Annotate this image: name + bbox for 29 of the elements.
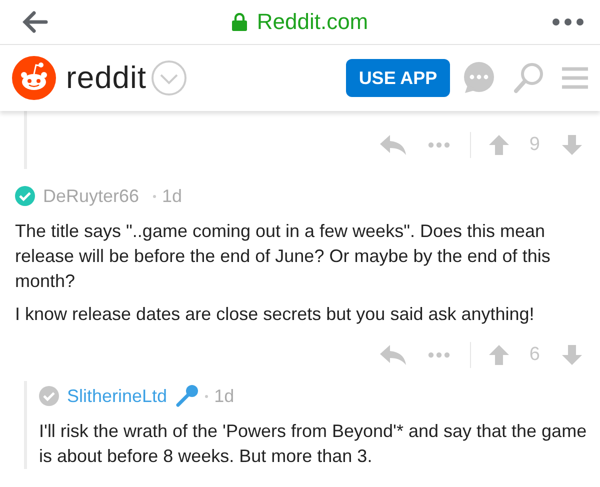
lock-icon [232,13,247,31]
vote-score: 6 [529,344,540,366]
reply-icon[interactable] [380,345,406,365]
username[interactable]: SlitherineLtd [67,386,168,406]
menu-icon[interactable] [562,67,588,89]
downvote-icon[interactable] [562,135,582,155]
search-icon[interactable] [514,62,544,94]
chat-icon[interactable] [462,61,496,95]
more-icon[interactable] [552,18,584,26]
microphone-icon [175,384,200,408]
comment-text: I know release dates are close secrets but you said ask anything! [15,303,536,326]
url-text[interactable]: Reddit.com [256,9,368,35]
comment-text: I'll risk the wrath of the 'Powers from Beyond'* and say that the game is about before 8 weeks. But more than 3. [39,420,588,468]
vote-score: 9 [529,134,540,156]
separator-dot [153,194,156,198]
back-icon[interactable] [22,11,48,33]
separator-dot [205,394,208,398]
reply-icon[interactable] [380,135,406,155]
comment-text: The title says "..game coming out in a few weeks". Does this mean release will be before the end of June? Or maybe by the end of this month? [15,220,552,293]
comment-age: 1d [162,186,182,206]
upvote-icon[interactable] [489,345,510,365]
chevron-down-icon[interactable] [150,60,187,96]
reddit-wordmark[interactable]: reddit [66,60,147,96]
use-app-button[interactable]: USE APP [346,59,450,97]
comment-age: 1d [214,386,234,406]
upvote-icon[interactable] [489,135,510,155]
downvote-icon[interactable] [562,345,582,365]
logo-icon[interactable] [12,56,56,100]
username[interactable]: DeRuyter66 [43,186,140,206]
